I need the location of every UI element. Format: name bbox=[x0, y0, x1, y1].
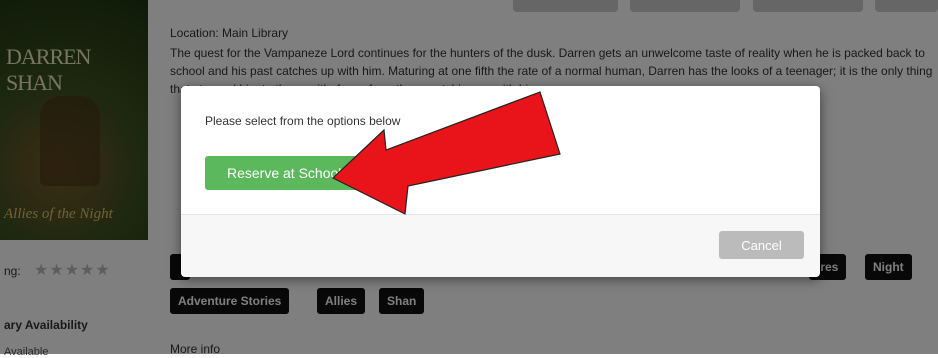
reserve-at-school-button[interactable]: Reserve at School bbox=[205, 156, 365, 190]
dialog-footer: Cancel bbox=[181, 214, 820, 277]
cancel-button[interactable]: Cancel bbox=[719, 231, 804, 259]
dialog-prompt: Please select from the options below bbox=[205, 114, 401, 128]
reserve-dialog: Please select from the options below Res… bbox=[181, 86, 820, 277]
